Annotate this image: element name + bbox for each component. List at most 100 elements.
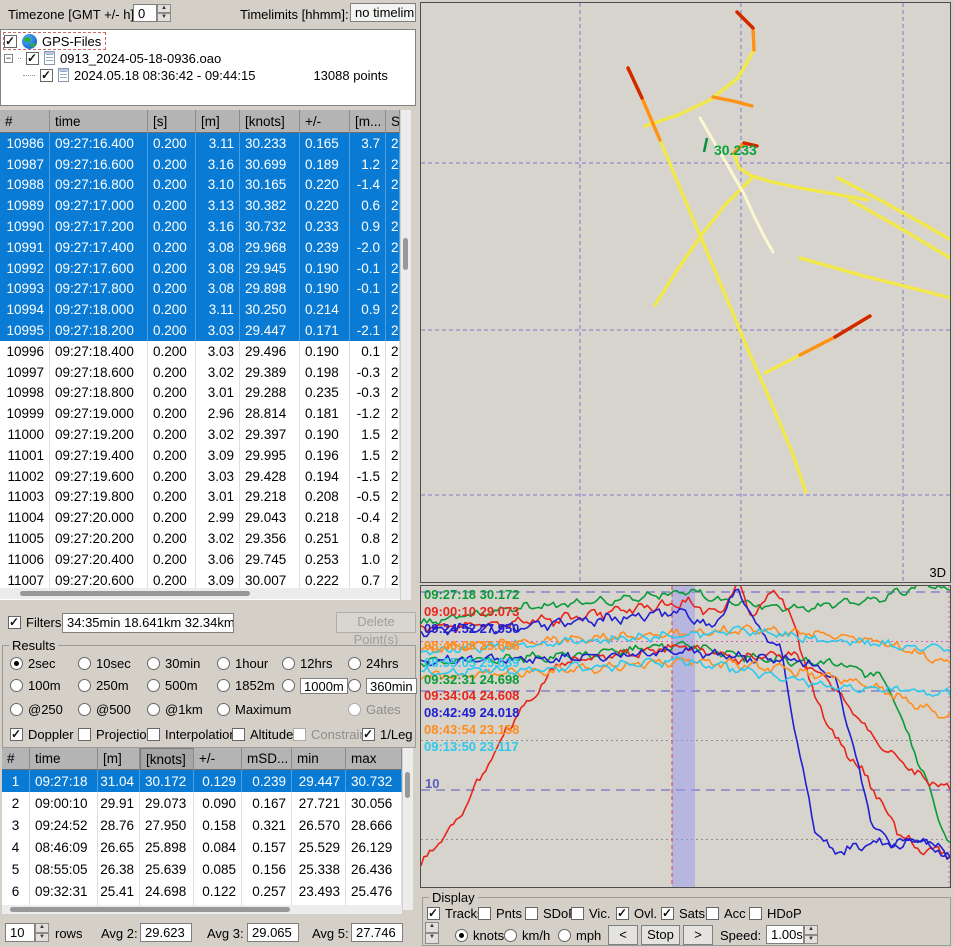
results-period-radio[interactable]: 12hrs xyxy=(282,656,333,671)
table-cell[interactable]: 2 xyxy=(386,279,400,300)
results-mode-radio[interactable]: @1km xyxy=(147,702,203,717)
table-cell[interactable]: 11004 xyxy=(0,507,50,528)
table-cell[interactable]: 2 xyxy=(386,175,400,196)
gps-track-line[interactable] xyxy=(645,12,754,126)
table-row[interactable]: 1099009:27:17.2000.2003.1630.7320.2330.9… xyxy=(0,216,400,237)
table-row[interactable]: 408:46:0926.6525.8980.0840.15725.52926.1… xyxy=(2,836,402,858)
table-cell[interactable]: 2 xyxy=(386,487,400,508)
table-cell[interactable]: 28.814 xyxy=(240,403,300,424)
table-cell[interactable]: 29.968 xyxy=(240,237,300,258)
table-cell[interactable]: 11005 xyxy=(0,528,50,549)
display-checkbox[interactable]: Sats xyxy=(661,906,705,921)
table-cell[interactable]: 0.239 xyxy=(300,237,350,258)
table-cell[interactable]: 10988 xyxy=(0,175,50,196)
table-cell[interactable]: 09:27:19.800 xyxy=(50,487,148,508)
radio-icon[interactable] xyxy=(348,657,361,670)
table-row[interactable]: 1100209:27:19.6000.2003.0329.4280.194-1.… xyxy=(0,466,400,487)
radio-icon[interactable] xyxy=(10,679,23,692)
table-cell[interactable]: 2 xyxy=(386,403,400,424)
table-row[interactable]: 1099609:27:18.4000.2003.0329.4960.1900.1… xyxy=(0,341,400,362)
column-header[interactable]: time xyxy=(30,748,98,770)
table-cell[interactable]: 0.208 xyxy=(300,487,350,508)
table-cell[interactable]: 0.1 xyxy=(350,341,386,362)
table-cell[interactable]: -0.3 xyxy=(350,383,386,404)
table-cell[interactable]: 2 xyxy=(386,362,400,383)
table-cell[interactable]: 5 xyxy=(2,858,30,880)
column-header[interactable]: +/- xyxy=(194,748,242,770)
table-cell[interactable]: 0.190 xyxy=(300,424,350,445)
table-cell[interactable]: 29.945 xyxy=(240,258,300,279)
table-cell[interactable]: 2 xyxy=(386,195,400,216)
table-cell[interactable]: 4 xyxy=(2,836,30,858)
speed-spinner[interactable]: ▲▼ xyxy=(804,925,818,944)
table-cell[interactable]: -1.5 xyxy=(350,466,386,487)
table-cell[interactable]: 3.08 xyxy=(196,279,240,300)
table-cell[interactable]: 09:32:31 xyxy=(30,880,98,902)
step-forward-button[interactable]: > xyxy=(683,925,713,945)
table-row[interactable]: 1100409:27:20.0000.2002.9929.0430.218-0.… xyxy=(0,507,400,528)
table-cell[interactable]: 0.220 xyxy=(300,175,350,196)
rows-count-spinner[interactable]: ▲▼ xyxy=(35,923,49,942)
table-cell[interactable]: 10992 xyxy=(0,258,50,279)
table-row[interactable]: 1098709:27:16.6000.2003.1630.6990.1891.2… xyxy=(0,154,400,175)
table-cell[interactable]: 1.2 xyxy=(350,154,386,175)
table-row[interactable]: 1098609:27:16.4000.2003.1130.2330.1653.7… xyxy=(0,133,400,154)
column-header[interactable]: [knots] xyxy=(240,110,300,133)
table-cell[interactable]: 0.200 xyxy=(148,549,196,570)
table-cell[interactable]: 30.233 xyxy=(240,133,300,154)
results-mode-radio[interactable]: Maximum xyxy=(217,702,291,717)
radio-icon[interactable] xyxy=(282,679,295,692)
results-option-checkbox[interactable]: Constrain xyxy=(293,727,367,742)
table-cell[interactable]: 0.200 xyxy=(148,424,196,445)
unit-radio[interactable]: knots xyxy=(455,928,504,943)
table-cell[interactable]: 11001 xyxy=(0,445,50,466)
results-distance-radio[interactable]: 500m xyxy=(147,678,198,693)
table-row[interactable]: 1100609:27:20.4000.2003.0629.7450.2531.0… xyxy=(0,549,400,570)
table-cell[interactable]: 0.190 xyxy=(300,279,350,300)
table-cell[interactable]: 0.200 xyxy=(148,175,196,196)
table-cell[interactable]: 10991 xyxy=(0,237,50,258)
table-cell[interactable]: 3.08 xyxy=(196,258,240,279)
table-cell[interactable]: 0.129 xyxy=(194,770,242,792)
point-table-vscrollbar[interactable] xyxy=(401,110,411,600)
checkbox-icon[interactable] xyxy=(478,907,491,920)
results-distance-radio[interactable]: 1852m xyxy=(217,678,275,693)
table-row[interactable]: 1099309:27:17.8000.2003.0829.8980.190-0.… xyxy=(0,279,400,300)
table-row[interactable]: 209:00:1029.9129.0730.0900.16727.72130.0… xyxy=(2,792,402,814)
radio-icon[interactable] xyxy=(504,929,517,942)
table-cell[interactable]: 0.200 xyxy=(148,320,196,341)
table-cell[interactable]: 2.96 xyxy=(196,403,240,424)
table-cell[interactable]: 0.214 xyxy=(300,299,350,320)
results-option-checkbox[interactable]: Altitude xyxy=(232,727,293,742)
column-header[interactable]: [m... xyxy=(350,110,386,133)
table-cell[interactable]: 0.200 xyxy=(148,487,196,508)
table-cell[interactable]: 08:55:05 xyxy=(30,858,98,880)
table-row[interactable]: 1099209:27:17.6000.2003.0829.9450.190-0.… xyxy=(0,258,400,279)
table-cell[interactable]: 10993 xyxy=(0,279,50,300)
table-cell[interactable]: 27.721 xyxy=(292,792,346,814)
table-cell[interactable]: 28.666 xyxy=(346,814,402,836)
table-cell[interactable]: 29.496 xyxy=(240,341,300,362)
radio-icon[interactable] xyxy=(217,679,230,692)
column-header[interactable]: +/- xyxy=(300,110,350,133)
table-cell[interactable]: 0.157 xyxy=(242,836,292,858)
checkbox-icon[interactable] xyxy=(661,907,674,920)
table-cell[interactable]: 3.02 xyxy=(196,362,240,383)
tree-item-gps-files[interactable]: GPS-Files xyxy=(4,33,105,49)
table-cell[interactable]: 09:27:20.200 xyxy=(50,528,148,549)
table-cell[interactable]: 0.200 xyxy=(148,133,196,154)
table-cell[interactable]: 0.122 xyxy=(194,880,242,902)
table-cell[interactable]: 3.03 xyxy=(196,320,240,341)
table-cell[interactable]: -0.4 xyxy=(350,507,386,528)
results-table-vscrollbar[interactable] xyxy=(403,748,413,910)
table-cell[interactable]: 25.529 xyxy=(292,836,346,858)
table-cell[interactable]: 0.085 xyxy=(194,858,242,880)
table-cell[interactable]: 0.200 xyxy=(148,216,196,237)
table-cell[interactable]: 29.389 xyxy=(240,362,300,383)
table-cell[interactable]: 0.321 xyxy=(242,814,292,836)
table-cell[interactable]: 09:27:17.400 xyxy=(50,237,148,258)
gps-track-line[interactable] xyxy=(713,97,752,106)
table-cell[interactable]: 0.200 xyxy=(148,445,196,466)
table-cell[interactable]: 30.382 xyxy=(240,195,300,216)
table-cell[interactable]: 10996 xyxy=(0,341,50,362)
